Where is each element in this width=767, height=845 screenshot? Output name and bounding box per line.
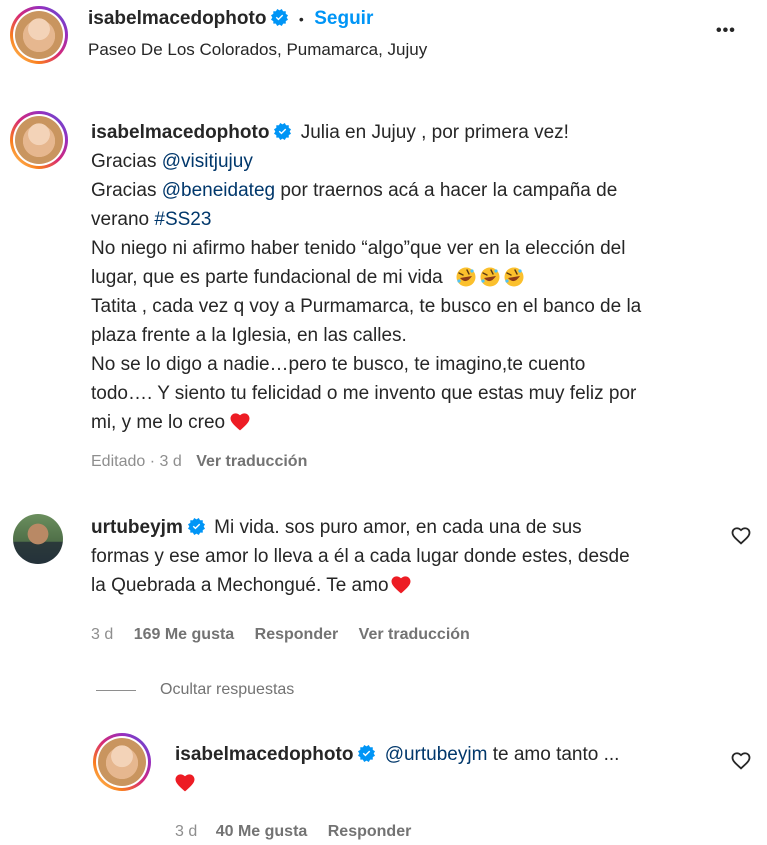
reply-time: 3 d: [175, 823, 198, 840]
caption-line-8: plaza frente a la Iglesia, en las calles…: [91, 325, 407, 346]
comment-translate-button[interactable]: Ver traducción: [359, 626, 470, 643]
caption-username[interactable]: isabelmacedophoto: [91, 122, 269, 143]
hashtag-ss23[interactable]: #SS23: [154, 209, 211, 230]
caption-line-10: todo…. Y siento tu felicidad o me invent…: [91, 383, 637, 404]
rolling-laughing-emoji-icon: [456, 267, 476, 287]
comment-time: 3 d: [91, 626, 114, 643]
caption-verano: verano: [91, 209, 155, 230]
verified-badge-icon: [188, 518, 205, 535]
caption-thanks-1: Gracias: [91, 151, 162, 172]
mention-beneidateg[interactable]: @beneidateg: [162, 180, 275, 201]
comment-username[interactable]: urtubeyjm: [91, 517, 183, 538]
red-heart-icon: [175, 774, 195, 792]
caption-line-3: Gracias @beneidateg por traernos acá a h…: [91, 176, 751, 205]
reply-line-1: isabelmacedophoto @urtubeyjm te amo tant…: [175, 740, 715, 769]
rolling-laughing-emoji-icon: [480, 267, 500, 287]
reply-avatar[interactable]: [93, 733, 151, 791]
header-location[interactable]: Paseo De Los Colorados, Pumamarca, Jujuy: [88, 40, 427, 60]
hide-replies-button[interactable]: Ocultar respuestas: [160, 681, 294, 699]
like-heart-outline-icon[interactable]: [731, 752, 751, 770]
verified-badge-icon: [271, 9, 288, 26]
caption-line-7: Tatita , cada vez q voy a Purmamarca, te…: [91, 296, 642, 317]
comment-body: urtubeyjm Mi vida. sos puro amor, en cad…: [91, 513, 731, 600]
caption-line-9: No se lo digo a nadie…pero te busco, te …: [91, 354, 586, 375]
reply-text: te amo tanto ...: [487, 744, 620, 765]
comment-line-2: formas y ese amor lo lleva a él a cada l…: [91, 546, 630, 567]
caption-thanks-2-suffix: por traernos acá a hacer la campaña de: [275, 180, 618, 201]
caption-translate-button[interactable]: Ver traducción: [196, 453, 307, 470]
like-heart-outline-icon[interactable]: [731, 527, 751, 545]
caption-mi: mi, y me lo creo: [91, 412, 226, 433]
more-options-icon[interactable]: •••: [716, 22, 736, 40]
rolling-laughing-emoji-icon: [504, 267, 524, 287]
caption-edited: Editado · 3 d: [91, 453, 182, 470]
verified-badge-icon: [274, 123, 291, 140]
comment-text-3: la Quebrada a Mechongué. Te amo: [91, 575, 389, 596]
caption-line-11: mi, y me lo creo: [91, 408, 751, 437]
comment-line-3: la Quebrada a Mechongué. Te amo: [91, 571, 731, 600]
replies-divider-line: [96, 690, 136, 691]
mention-urtubeyjm[interactable]: @urtubeyjm: [385, 744, 488, 765]
caption-text-title: Julia en Jujuy , por primera vez!: [300, 122, 569, 143]
comment-meta: 3 d 169 Me gusta Responder Ver traducció…: [91, 626, 470, 644]
caption-line-6: lugar, que es parte fundacional de mi vi…: [91, 263, 751, 292]
reply-line-2: [175, 769, 715, 798]
mention-visitjujuy[interactable]: @visitjujuy: [162, 151, 253, 172]
comment-reply-button[interactable]: Responder: [255, 626, 339, 643]
follow-button[interactable]: Seguir: [314, 8, 373, 29]
header-title-row: isabelmacedophoto • Seguir: [88, 8, 373, 30]
caption-avatar[interactable]: [10, 111, 68, 169]
comment-line-1: urtubeyjm Mi vida. sos puro amor, en cad…: [91, 513, 731, 542]
reply-meta: 3 d 40 Me gusta Responder: [175, 823, 411, 841]
caption-lugar: lugar, que es parte fundacional de mi vi…: [91, 267, 443, 288]
header-separator: •: [298, 11, 304, 27]
caption-thanks-2: Gracias: [91, 180, 162, 201]
caption-line-1: isabelmacedophoto Julia en Jujuy , por p…: [91, 118, 751, 147]
reply-likes-count[interactable]: 40 Me gusta: [216, 823, 308, 840]
header-avatar[interactable]: [10, 6, 68, 64]
verified-badge-icon: [358, 745, 375, 762]
caption-meta: Editado · 3 d Ver traducción: [91, 453, 307, 471]
caption-line-5: No niego ni afirmo haber tenido “algo”qu…: [91, 238, 626, 259]
comment-likes-count[interactable]: 169 Me gusta: [134, 626, 234, 643]
reply-body: isabelmacedophoto @urtubeyjm te amo tant…: [175, 740, 715, 798]
red-heart-icon: [391, 576, 411, 594]
caption-body: isabelmacedophoto Julia en Jujuy , por p…: [91, 118, 751, 437]
red-heart-icon: [230, 413, 250, 431]
caption-line-4: verano #SS23: [91, 205, 751, 234]
reply-reply-button[interactable]: Responder: [328, 823, 412, 840]
comment-text-1: Mi vida. sos puro amor, en cada una de s…: [214, 517, 582, 538]
comment-avatar-urtubeyjm[interactable]: [13, 514, 63, 564]
caption-line-2: Gracias @visitjujuy: [91, 147, 751, 176]
reply-username[interactable]: isabelmacedophoto: [175, 744, 353, 765]
header-username[interactable]: isabelmacedophoto: [88, 8, 266, 29]
